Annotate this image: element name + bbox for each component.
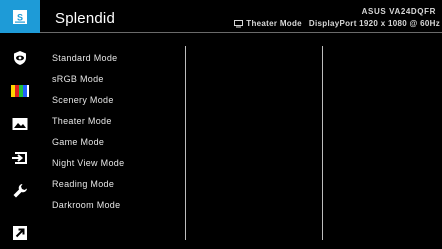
- rail-item-shortcut[interactable]: [0, 216, 40, 249]
- input-select-icon: [12, 151, 27, 164]
- menu-item-reading-mode[interactable]: Reading Mode: [52, 179, 114, 189]
- header-divider: [40, 32, 442, 33]
- monitor-icon: [234, 19, 244, 27]
- wrench-system-icon: [13, 183, 27, 197]
- menu-item-night-view-mode[interactable]: Night View Mode: [52, 158, 124, 168]
- color-bars-icon: [11, 84, 29, 97]
- rail-item-input[interactable]: [0, 141, 40, 174]
- menu-item-standard-mode[interactable]: Standard Mode: [52, 53, 117, 63]
- eye-care-icon: [14, 50, 26, 65]
- model-name: ASUS VA24DQFR: [361, 7, 436, 16]
- rail-item-image[interactable]: [0, 107, 40, 140]
- page-title: Splendid: [55, 10, 115, 27]
- column-divider: [185, 46, 186, 240]
- menu-item-scenery-mode[interactable]: Scenery Mode: [52, 95, 114, 105]
- rail-item-splendid[interactable]: S: [0, 0, 40, 33]
- input-info: DisplayPort 1920 x 1080 @ 60Hz: [308, 19, 440, 28]
- menu-item-srgb-mode[interactable]: sRGB Mode: [52, 74, 104, 84]
- current-mode: Theater Mode: [246, 19, 302, 28]
- osd-menu: S Splendid ASUS VA24DQFR Theater Mode Di…: [0, 0, 442, 249]
- column-divider: [322, 46, 323, 240]
- splendid-icon: S: [13, 9, 27, 24]
- rail-item-eye-care[interactable]: [0, 41, 40, 74]
- image-icon: [12, 117, 28, 130]
- rail-item-system[interactable]: [0, 174, 40, 207]
- menu-item-darkroom-mode[interactable]: Darkroom Mode: [52, 200, 120, 210]
- menu-item-theater-mode[interactable]: Theater Mode: [52, 116, 112, 126]
- category-rail: S: [0, 0, 40, 249]
- menu-item-game-mode[interactable]: Game Mode: [52, 137, 104, 147]
- svg-text:S: S: [17, 12, 23, 22]
- shortcut-arrow-icon: [13, 225, 27, 240]
- status-line: Theater Mode DisplayPort 1920 x 1080 @ 6…: [234, 19, 440, 28]
- rail-item-color[interactable]: [0, 74, 40, 107]
